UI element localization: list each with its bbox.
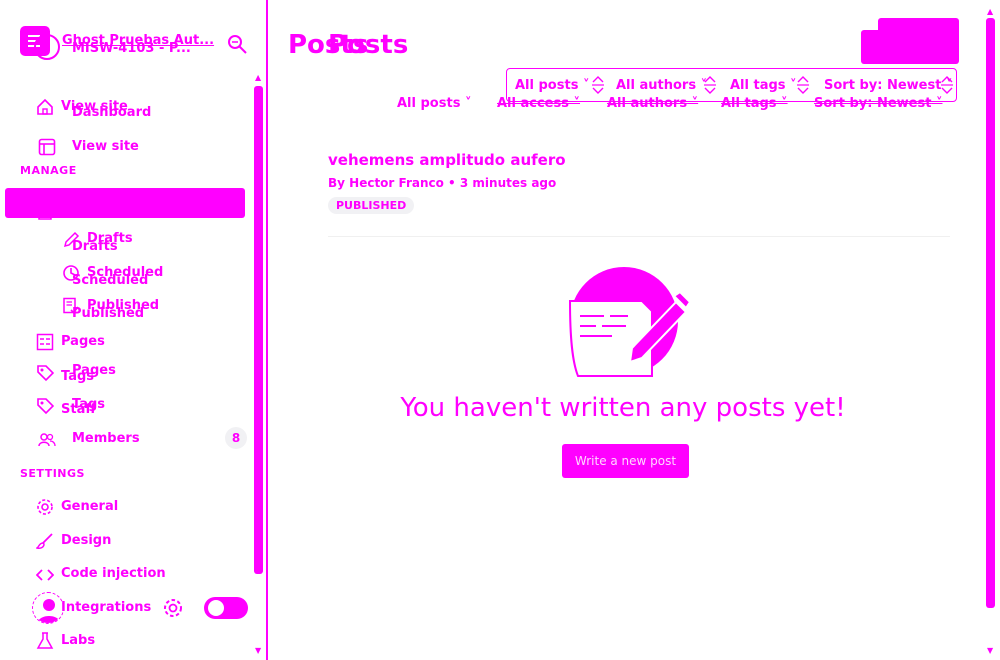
- nav-code-injection[interactable]: Code injection: [61, 566, 166, 581]
- post-byline: By Hector Franco • 3 minutes ago: [328, 176, 557, 190]
- filter-all-tags[interactable]: All tags ˅: [721, 96, 788, 111]
- brush-icon: [36, 532, 54, 550]
- search-icon: [228, 35, 247, 54]
- user-icon: [37, 599, 61, 623]
- members-icon: [38, 431, 56, 449]
- avatar[interactable]: [32, 592, 64, 624]
- section-manage: MANAGE: [20, 164, 77, 177]
- nav-scheduled-ghost: Scheduled: [72, 273, 149, 288]
- flask-icon: [36, 632, 54, 650]
- nav-labs[interactable]: Labs: [61, 633, 95, 648]
- pen-paper-icon: [568, 267, 692, 377]
- code-icon: [36, 566, 54, 584]
- nav-general[interactable]: General: [61, 499, 118, 514]
- pages-icon: [36, 333, 54, 351]
- nav-members[interactable]: Members: [72, 431, 140, 446]
- filter-all-access[interactable]: All access ˅: [497, 96, 580, 111]
- posts-icon: [38, 208, 52, 220]
- filter-all-authors[interactable]: All authors ˅: [607, 96, 698, 111]
- site-logo-ring: [34, 34, 60, 60]
- filter-sort-top[interactable]: Sort by: Newest ˅: [824, 78, 952, 93]
- posts-add-icon[interactable]: [230, 206, 246, 220]
- filter-all-posts-top[interactable]: All posts ˅: [515, 78, 589, 93]
- home-icon: [36, 98, 54, 116]
- tag-icon: [36, 364, 54, 382]
- nav-integrations[interactable]: Integrations: [61, 600, 151, 615]
- empty-state-message: You haven't written any posts yet!: [400, 393, 846, 423]
- write-new-post-button[interactable]: Write a new post: [562, 444, 689, 478]
- sidebar-scrollbar-thumb[interactable]: [254, 86, 263, 574]
- staff-icon: [36, 397, 54, 415]
- stepper-4[interactable]: [940, 74, 954, 96]
- nav-design[interactable]: Design: [61, 533, 111, 548]
- empty-state-illustration: [568, 266, 693, 378]
- nav-tags-ghost: Tags: [61, 369, 95, 384]
- sidebar: Ghost Pruebas Aut... MISW-4103 - P... ▲ …: [0, 0, 268, 660]
- sidebar-scroll-down[interactable]: ▼: [255, 647, 261, 655]
- site-subtitle: MISW-4103 - P...: [72, 41, 191, 56]
- layout-icon: [38, 138, 56, 156]
- nav-dashboard[interactable]: Dashboard: [72, 105, 151, 120]
- stepper-3[interactable]: [796, 74, 810, 96]
- write-new-post-label: Write a new post: [574, 454, 677, 468]
- main-scrollbar-thumb[interactable]: [986, 18, 995, 608]
- nav-published-ghost: Published: [72, 306, 145, 321]
- filter-sort[interactable]: Sort by: Newest ˅: [814, 96, 942, 111]
- members-count-badge: 8: [225, 427, 247, 449]
- post-title[interactable]: vehemens amplitudo aufero: [328, 151, 566, 169]
- search-button[interactable]: [226, 33, 248, 55]
- list-divider: [328, 236, 950, 237]
- night-mode-toggle[interactable]: [204, 597, 248, 619]
- nav-staff-ghost: Staff: [61, 402, 96, 417]
- stepper-2[interactable]: [703, 74, 717, 96]
- main-content: Posts Posts All posts ˅ All authors ˅ Al…: [268, 0, 1000, 660]
- nav-drafts-ghost: Drafts: [72, 239, 118, 254]
- gear-icon: [36, 498, 54, 516]
- page-title: Posts: [328, 30, 409, 60]
- sidebar-scroll-up[interactable]: ▲: [255, 74, 261, 82]
- filter-all-posts[interactable]: All posts ˅: [397, 96, 471, 111]
- new-post-button-shadow: [878, 18, 959, 52]
- status-badge: PUBLISHED: [328, 197, 415, 214]
- main-scroll-up[interactable]: ▲: [987, 8, 993, 16]
- settings-gear-icon: [164, 599, 182, 617]
- section-settings: SETTINGS: [20, 467, 85, 480]
- toggle-knob: [208, 600, 224, 616]
- nav-pages[interactable]: Pages: [61, 334, 105, 349]
- stepper-1[interactable]: [591, 74, 605, 96]
- nav-view-site[interactable]: View site: [72, 139, 139, 154]
- settings-gear-button[interactable]: [162, 597, 184, 619]
- filter-all-authors-top[interactable]: All authors ˅: [616, 78, 707, 93]
- filter-all-tags-top[interactable]: All tags ˅: [730, 78, 797, 93]
- main-scroll-down[interactable]: ▼: [987, 647, 993, 655]
